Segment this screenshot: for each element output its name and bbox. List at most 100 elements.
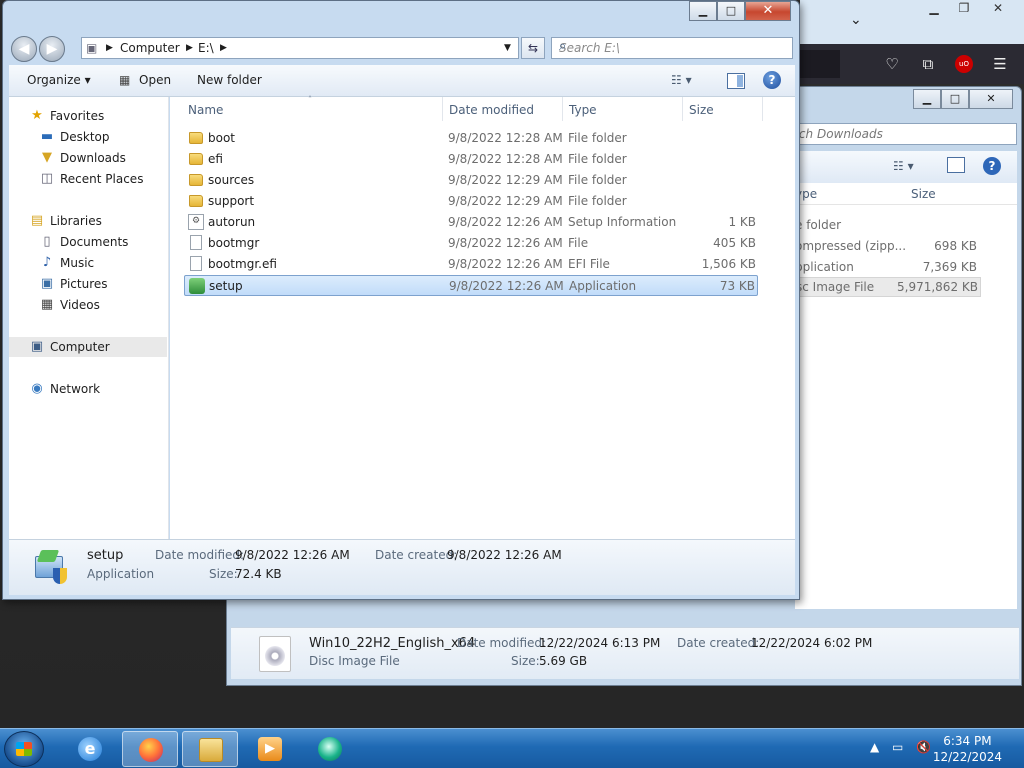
address-bar[interactable]: ▣ ▶ Computer ▶ E:\ ▶ ▼ — [81, 37, 519, 59]
file-row-autorun[interactable]: ⚙ autorun 9/8/2022 12:26 AM Setup Inform… — [184, 212, 758, 233]
file-icon — [190, 256, 202, 271]
breadcrumb-arrow-icon[interactable]: ▶ — [106, 43, 113, 53]
minimize-icon[interactable]: ▁ — [913, 89, 941, 109]
close-icon[interactable]: ✕ — [969, 89, 1013, 109]
nav-network[interactable]: ◉ Network — [9, 379, 167, 399]
column-header-size[interactable]: Size — [689, 103, 714, 117]
volume-muted-icon[interactable]: 🔇 — [916, 740, 931, 754]
explorer-window: ▁ □ ✕ ◀ ▶ ▣ ▶ Computer ▶ E:\ ▶ ▼ ⇆ Searc… — [2, 0, 800, 600]
file-explorer-button[interactable] — [182, 731, 238, 767]
organize-button[interactable]: Organize ▾ — [27, 73, 91, 87]
maximize-icon[interactable]: □ — [941, 89, 969, 109]
views-icon[interactable]: ☷ ▾ — [893, 159, 914, 173]
restore-icon[interactable]: ❐ — [950, 0, 978, 18]
clock-date: 12/22/2024 — [932, 750, 1002, 764]
forward-button[interactable]: ▶ — [39, 36, 65, 62]
url-bar[interactable] — [800, 50, 840, 78]
preview-pane-icon[interactable] — [947, 157, 965, 173]
breadcrumb-computer[interactable]: Computer — [120, 41, 180, 55]
internet-explorer-button[interactable]: e — [62, 731, 118, 767]
views-icon[interactable]: ☷ ▾ — [671, 73, 692, 87]
file-row-setup[interactable]: setup 9/8/2022 12:26 AM Application 73 K… — [184, 275, 758, 296]
nav-desktop[interactable]: ▬ Desktop — [9, 127, 167, 147]
nav-videos[interactable]: ▦ Videos — [9, 295, 167, 315]
list-item[interactable]: e folder — [795, 215, 977, 235]
help-icon[interactable]: ? — [763, 71, 781, 89]
minimize-icon[interactable]: ▁ — [920, 0, 948, 18]
maximize-icon[interactable]: □ — [717, 1, 745, 21]
breadcrumb-arrow-icon[interactable]: ▶ — [220, 43, 227, 53]
folder-icon — [199, 738, 223, 762]
search-input[interactable]: rch Downloads — [787, 123, 1017, 145]
chevron-down-icon[interactable]: ⌄ — [850, 12, 862, 28]
command-bar: ☷ ▾ ? — [795, 151, 1017, 183]
documents-icon: ▯ — [43, 234, 51, 249]
file-row-bootmgr[interactable]: bootmgr 9/8/2022 12:26 AM File 405 KB — [184, 233, 758, 254]
nav-recent-places[interactable]: ◫ Recent Places — [9, 169, 167, 189]
nav-pictures[interactable]: ▣ Pictures — [9, 274, 167, 294]
list-item[interactable]: ompressed (zipp... 698 KB — [795, 236, 977, 256]
file-row-sources[interactable]: sources 9/8/2022 12:29 AM File folder — [184, 170, 758, 191]
chevron-down-icon[interactable]: ▼ — [504, 43, 511, 53]
close-icon[interactable]: ✕ — [745, 1, 791, 21]
help-icon[interactable]: ? — [983, 157, 1001, 175]
preview-pane-icon[interactable] — [727, 73, 745, 89]
new-folder-button[interactable]: New folder — [197, 73, 262, 87]
navigation-pane: ★ Favorites ▬ Desktop ▼ Downloads ◫ Rece… — [9, 97, 169, 539]
details-type: Application — [87, 567, 155, 581]
taskbar: e ▶ ▲ ▭ 🔇 6:34 PM 12/22/2024 — [0, 728, 1024, 768]
sort-ascending-icon: ˄ — [308, 95, 312, 104]
nav-documents[interactable]: ▯ Documents — [9, 232, 167, 252]
column-header-date[interactable]: Date modified — [449, 103, 534, 117]
clock[interactable]: 6:34 PM 12/22/2024 — [933, 733, 1002, 765]
minimize-icon[interactable]: ▁ — [689, 1, 717, 21]
breadcrumb-arrow-icon[interactable]: ▶ — [186, 43, 193, 53]
network-tray-icon[interactable]: ▭ — [892, 740, 903, 754]
ublock-icon[interactable]: uO — [955, 55, 973, 73]
network-icon: ◉ — [31, 381, 43, 396]
computer-icon: ▣ — [86, 41, 98, 55]
refresh-button[interactable]: ⇆ — [521, 37, 545, 59]
app-button[interactable] — [302, 731, 358, 767]
menu-icon[interactable]: ☰ — [990, 54, 1010, 74]
show-hidden-icons-icon[interactable]: ▲ — [870, 740, 879, 754]
column-headers: Name ˄ Date modified Type Size — [170, 95, 795, 121]
file-row-efi[interactable]: efi 9/8/2022 12:28 AM File folder — [184, 149, 758, 170]
search-input[interactable]: Search E:\ ⌕ — [551, 37, 793, 59]
nav-downloads[interactable]: ▼ Downloads — [9, 148, 167, 168]
nav-favorites[interactable]: ★ Favorites — [9, 106, 167, 126]
setup-information-icon: ⚙ — [188, 214, 204, 230]
back-button[interactable]: ◀ — [11, 36, 37, 62]
firefox-button[interactable] — [122, 731, 178, 767]
file-row-support[interactable]: support 9/8/2022 12:29 AM File folder — [184, 191, 758, 212]
column-header-type[interactable]: Type — [569, 103, 597, 117]
star-icon: ★ — [31, 108, 43, 123]
folder-icon — [189, 132, 203, 144]
close-icon[interactable]: ✕ — [984, 0, 1012, 18]
open-button[interactable]: Open — [139, 73, 171, 87]
start-button[interactable] — [4, 731, 44, 767]
details-type: Disc Image File — [309, 654, 400, 668]
column-header-name[interactable]: Name — [188, 103, 223, 117]
search-icon[interactable]: ⌕ — [559, 39, 787, 54]
folder-icon — [189, 174, 203, 186]
file-list: Name ˄ Date modified Type Size boot 9/8/… — [170, 95, 795, 539]
media-player-button[interactable]: ▶ — [242, 731, 298, 767]
browser-titlebar: ▁ ❐ ✕ — [800, 0, 1024, 44]
extensions-icon[interactable]: ⧉ — [918, 54, 938, 74]
nav-music[interactable]: ♪ Music — [9, 253, 167, 273]
nav-libraries[interactable]: ▤ Libraries — [9, 211, 167, 231]
breadcrumb-drive[interactable]: E:\ — [198, 41, 214, 55]
list-item[interactable]: sc Image File 5,971,862 KB — [795, 277, 981, 297]
file-row-bootmgr-efi[interactable]: bootmgr.efi 9/8/2022 12:26 AM EFI File 1… — [184, 254, 758, 275]
folder-icon — [189, 195, 203, 207]
list-item[interactable]: pplication 7,369 KB — [795, 257, 977, 277]
file-row-boot[interactable]: boot 9/8/2022 12:28 AM File folder — [184, 128, 758, 149]
column-header-size[interactable]: Size — [911, 187, 936, 201]
media-player-icon: ▶ — [258, 737, 282, 761]
downloads-folder-icon: ▼ — [42, 150, 52, 165]
pocket-icon[interactable]: ♡ — [882, 54, 902, 74]
command-bar: Organize ▾ ▦ Open New folder ☷ ▾ ? — [9, 65, 795, 97]
internet-explorer-icon: e — [78, 737, 102, 761]
nav-computer[interactable]: ▣ Computer — [9, 337, 167, 357]
